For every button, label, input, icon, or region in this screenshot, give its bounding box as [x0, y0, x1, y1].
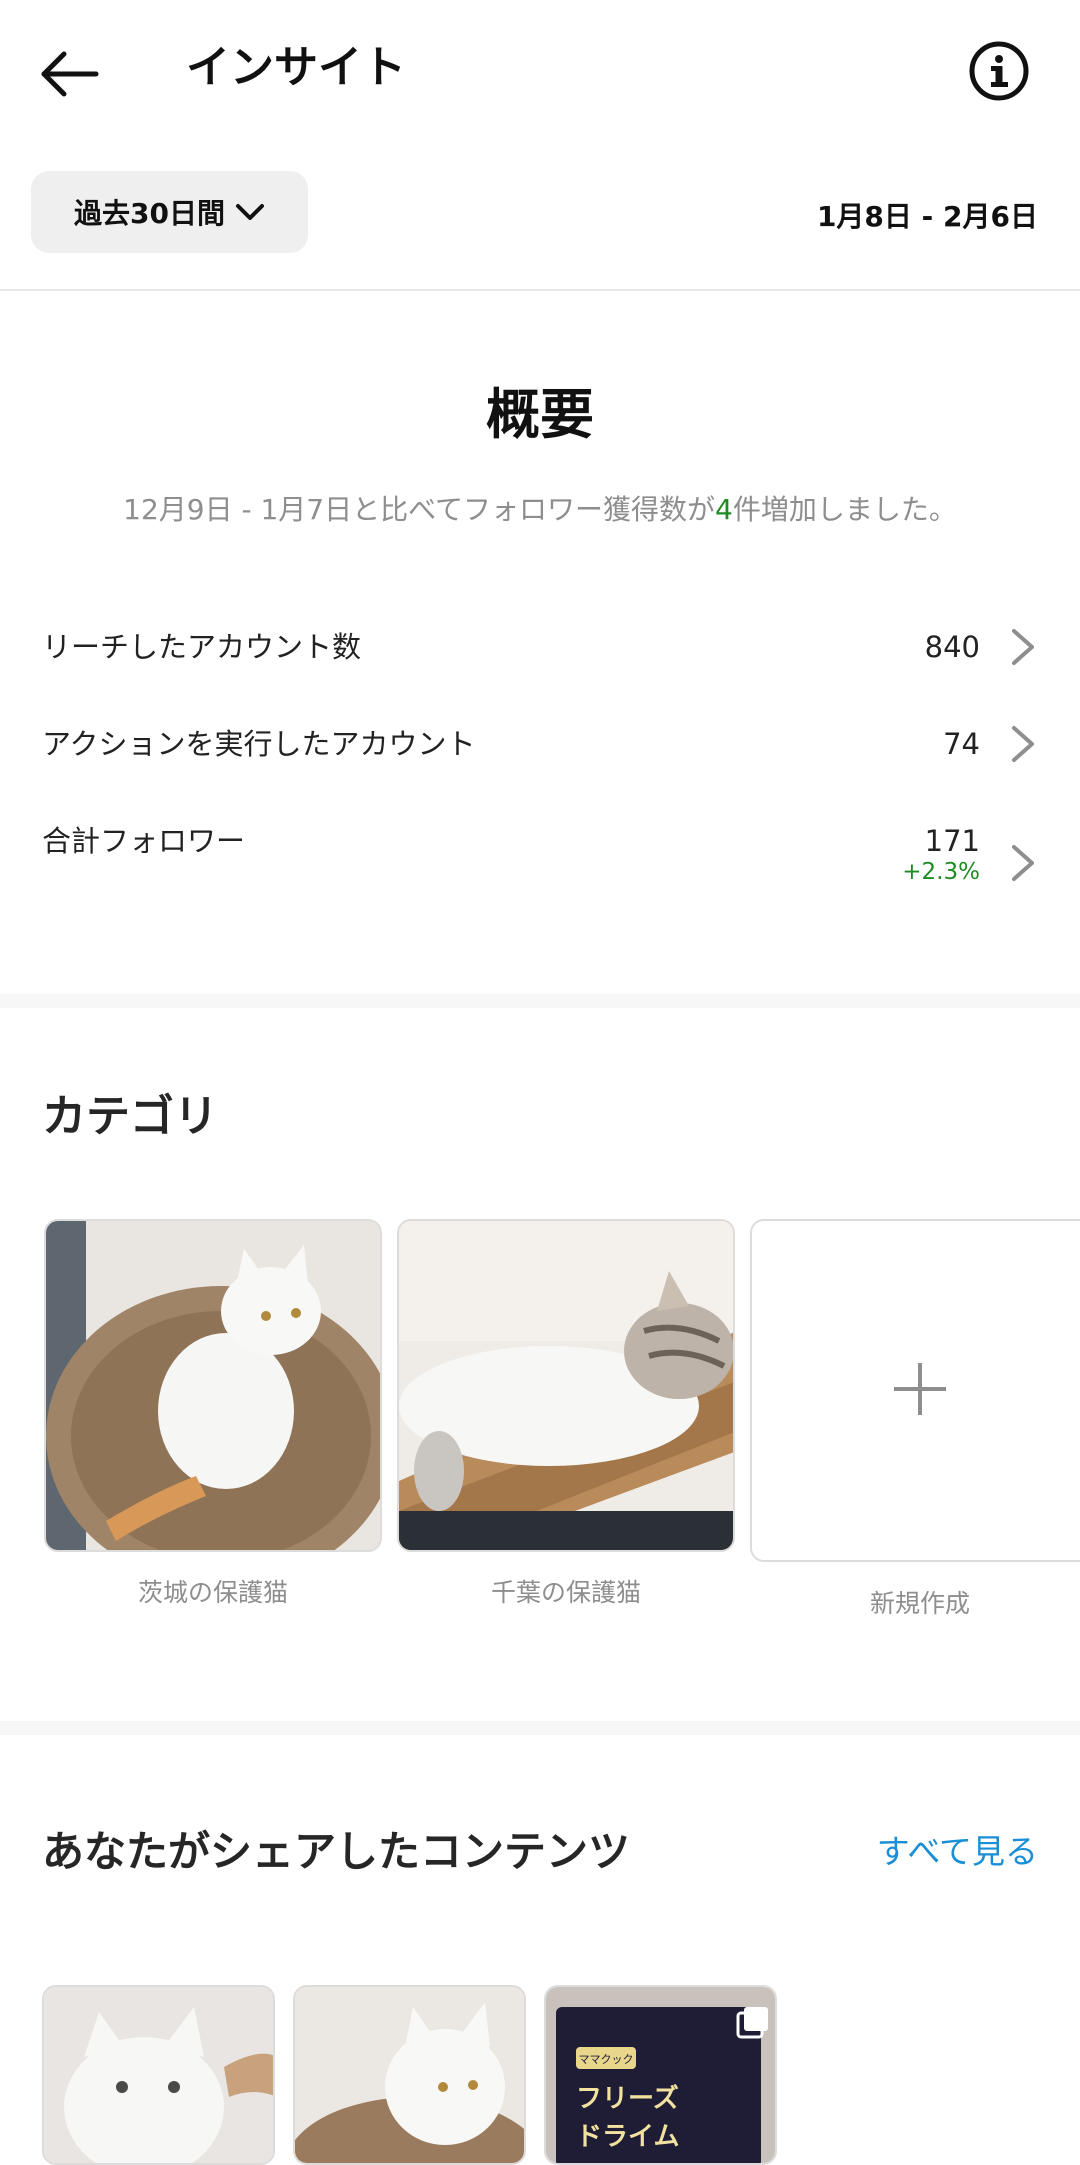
- shared-post-thumbnail-2[interactable]: [293, 1985, 526, 2165]
- chevron-right-icon: [1012, 726, 1034, 762]
- metric-label: リーチしたアカウント数: [42, 630, 362, 664]
- metric-row-reach[interactable]: リーチしたアカウント数 840: [0, 625, 1080, 715]
- metric-label: アクションを実行したアカウント: [42, 727, 476, 761]
- product-badge-text: ママクック: [579, 2053, 634, 2066]
- arrow-left-icon: [41, 51, 99, 97]
- summary-number: 4: [715, 493, 733, 526]
- metric-row-engaged[interactable]: アクションを実行したアカウント 74: [0, 722, 1080, 812]
- carousel-icon: [736, 2007, 768, 2039]
- info-button[interactable]: [966, 38, 1032, 104]
- chevron-right-icon: [1012, 845, 1034, 881]
- back-button[interactable]: [36, 40, 104, 108]
- metric-value: 171: [924, 824, 980, 858]
- metric-change: +2.3%: [902, 859, 980, 885]
- chevron-down-icon: [235, 204, 264, 220]
- new-category-label: 新規作成: [869, 1589, 970, 1618]
- categories-title: カテゴリ: [42, 1091, 218, 1142]
- divider: [0, 289, 1080, 291]
- overview-title: 概要: [486, 383, 594, 446]
- category-label: 茨城の保護猫: [137, 1578, 288, 1607]
- metric-row-followers[interactable]: 合計フォロワー 171 +2.3%: [0, 819, 1080, 909]
- product-text-2: ドライム: [576, 2122, 679, 2152]
- metric-value: 74: [943, 727, 980, 761]
- section-divider: [0, 994, 1080, 1008]
- category-card-chiba[interactable]: [397, 1219, 735, 1552]
- cat-photo: [46, 1221, 380, 1550]
- summary-text-after: 件増加しました。: [732, 493, 957, 526]
- metric-label: 合計フォロワー: [42, 824, 246, 858]
- shared-post-thumbnail-1[interactable]: [42, 1985, 275, 2165]
- shared-post-thumbnail-3[interactable]: ママクック フリーズ ドライム: [544, 1985, 777, 2165]
- cat-photo: [399, 1221, 733, 1550]
- product-text-1: フリーズ: [576, 2083, 679, 2114]
- post-photo: [44, 1987, 273, 2163]
- shared-content-title: あなたがシェアしたコンテンツ: [42, 1827, 631, 1876]
- page-title: インサイト: [186, 42, 406, 93]
- category-label: 千葉の保護猫: [490, 1578, 641, 1607]
- date-range-text: 1月8日 - 2月6日: [816, 200, 1038, 233]
- overview-summary: 12月9日 - 1月7日と比べてフォロワー獲得数が4件増加しました。: [0, 488, 1080, 528]
- see-all-link[interactable]: すべて見る: [877, 1825, 1038, 1873]
- plus-icon: [894, 1363, 946, 1415]
- new-category-button[interactable]: [750, 1219, 1080, 1562]
- metric-value: 840: [924, 630, 980, 664]
- post-photo: [295, 1987, 524, 2163]
- chevron-right-icon: [1012, 629, 1034, 665]
- summary-text-before: 12月9日 - 1月7日と比べてフォロワー獲得数が: [123, 493, 715, 526]
- info-circle-icon: [969, 41, 1029, 101]
- section-divider: [0, 1721, 1080, 1735]
- date-range-dropdown-label: 過去30日間: [74, 197, 225, 230]
- date-range-dropdown[interactable]: 過去30日間: [31, 171, 308, 253]
- category-card-ibaraki[interactable]: [44, 1219, 382, 1552]
